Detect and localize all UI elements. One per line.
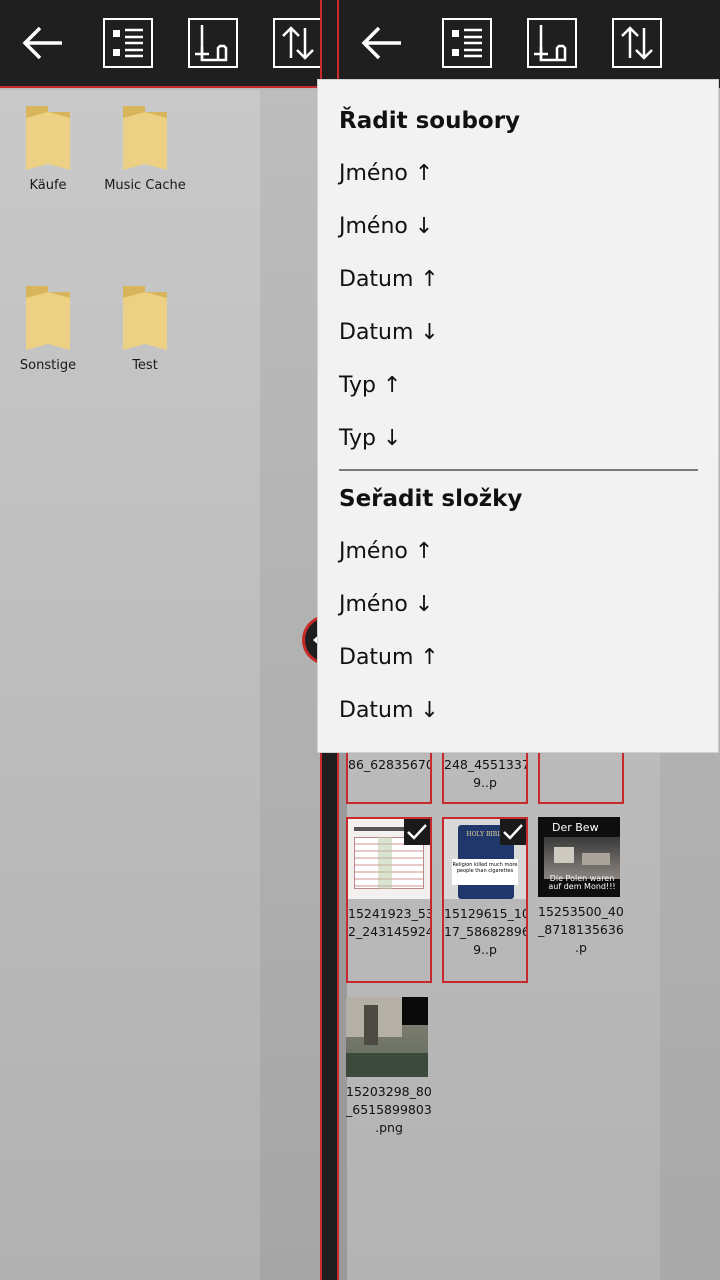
list-view-icon[interactable] [442, 18, 492, 68]
file-item[interactable]: Der Bew Die Polen waren auf dem Mond!!! … [538, 817, 624, 983]
file-name: 86_6283567026184868097.p [348, 757, 430, 772]
sort-icon[interactable] [273, 18, 323, 68]
file-item[interactable]: HOLY BIBLE Religion killed much more peo… [442, 817, 528, 983]
file-name: 15203298_800237540117146 _65158998039031… [346, 1084, 432, 1135]
sort-files-name-asc[interactable]: Jméno ↑ [339, 161, 433, 186]
sort-files-name-desc[interactable]: Jméno ↓ [339, 214, 433, 239]
sort-icon[interactable] [612, 18, 662, 68]
sort-files-header: Řadit soubory [339, 108, 521, 134]
folder-label: Käufe [29, 178, 67, 193]
file-name: 15129615_102105667205917 17_586828967292… [444, 906, 526, 957]
sort-folders-date-asc[interactable]: Datum ↑ [339, 645, 439, 670]
sort-menu: Řadit soubory Jméno ↑ Jméno ↓ Datum ↑ Da… [318, 80, 718, 752]
sort-folders-header: Seřadit složky [339, 486, 523, 512]
sort-files-type-asc[interactable]: Typ ↑ [339, 373, 401, 398]
file-item[interactable]: 15241923_53563476996396 2_24314592479042… [346, 817, 432, 983]
meme-top-text: Der Bew [552, 821, 599, 834]
image-thumbnail: Der Bew Die Polen waren auf dem Mond!!! [538, 817, 620, 897]
left-scroll-area [260, 90, 320, 1280]
meme-bottom-text: Die Polen waren auf dem Mond!!! [548, 874, 616, 891]
folder-item[interactable]: Music Cache [97, 104, 193, 193]
new-folder-icon[interactable] [527, 18, 577, 68]
image-thumbnail: HOLY BIBLE Religion killed much more peo… [444, 819, 526, 899]
folder-item[interactable]: Käufe [0, 104, 96, 193]
caption-text: Religion killed much more people than ci… [452, 859, 518, 885]
image-thumbnail [346, 997, 428, 1077]
new-folder-icon[interactable] [188, 18, 238, 68]
sort-folders-date-desc[interactable]: Datum ↓ [339, 698, 439, 723]
folder-item[interactable]: Sonstige [0, 284, 96, 373]
folder-icon [26, 286, 70, 350]
sort-files-type-desc[interactable]: Typ ↓ [339, 426, 401, 451]
file-name: 15241923_53563476996396 2_24314592479042… [348, 906, 430, 939]
folder-label: Music Cache [104, 178, 186, 193]
checkmark-icon [500, 819, 526, 845]
sort-folders-name-asc[interactable]: Jméno ↑ [339, 539, 433, 564]
file-item[interactable]: 15203298_800237540117146 _65158998039031… [346, 997, 432, 1163]
folder-item[interactable]: Test [97, 284, 193, 373]
folder-label: Sonstige [19, 358, 77, 373]
sort-files-date-asc[interactable]: Datum ↑ [339, 267, 439, 292]
folder-icon [26, 106, 70, 170]
image-thumbnail [348, 819, 430, 899]
left-toolbar [0, 0, 323, 88]
right-toolbar [339, 0, 720, 88]
folder-icon [123, 106, 167, 170]
left-file-pane[interactable]: Käufe Music Cache Sonstige Test [0, 90, 320, 1280]
checkmark-icon [404, 819, 430, 845]
sort-files-date-desc[interactable]: Datum ↓ [339, 320, 439, 345]
folder-label: Test [132, 358, 158, 373]
back-arrow-icon[interactable] [357, 18, 407, 68]
sort-folders-name-desc[interactable]: Jméno ↓ [339, 592, 433, 617]
file-name: 15253500_409268602796650 _87181356362008… [538, 904, 624, 955]
menu-divider [339, 469, 698, 471]
file-name: 248_455133722620846020 9..p [444, 757, 526, 790]
file-name [540, 756, 622, 800]
folder-icon [123, 286, 167, 350]
list-view-icon[interactable] [103, 18, 153, 68]
back-arrow-icon[interactable] [18, 18, 68, 68]
